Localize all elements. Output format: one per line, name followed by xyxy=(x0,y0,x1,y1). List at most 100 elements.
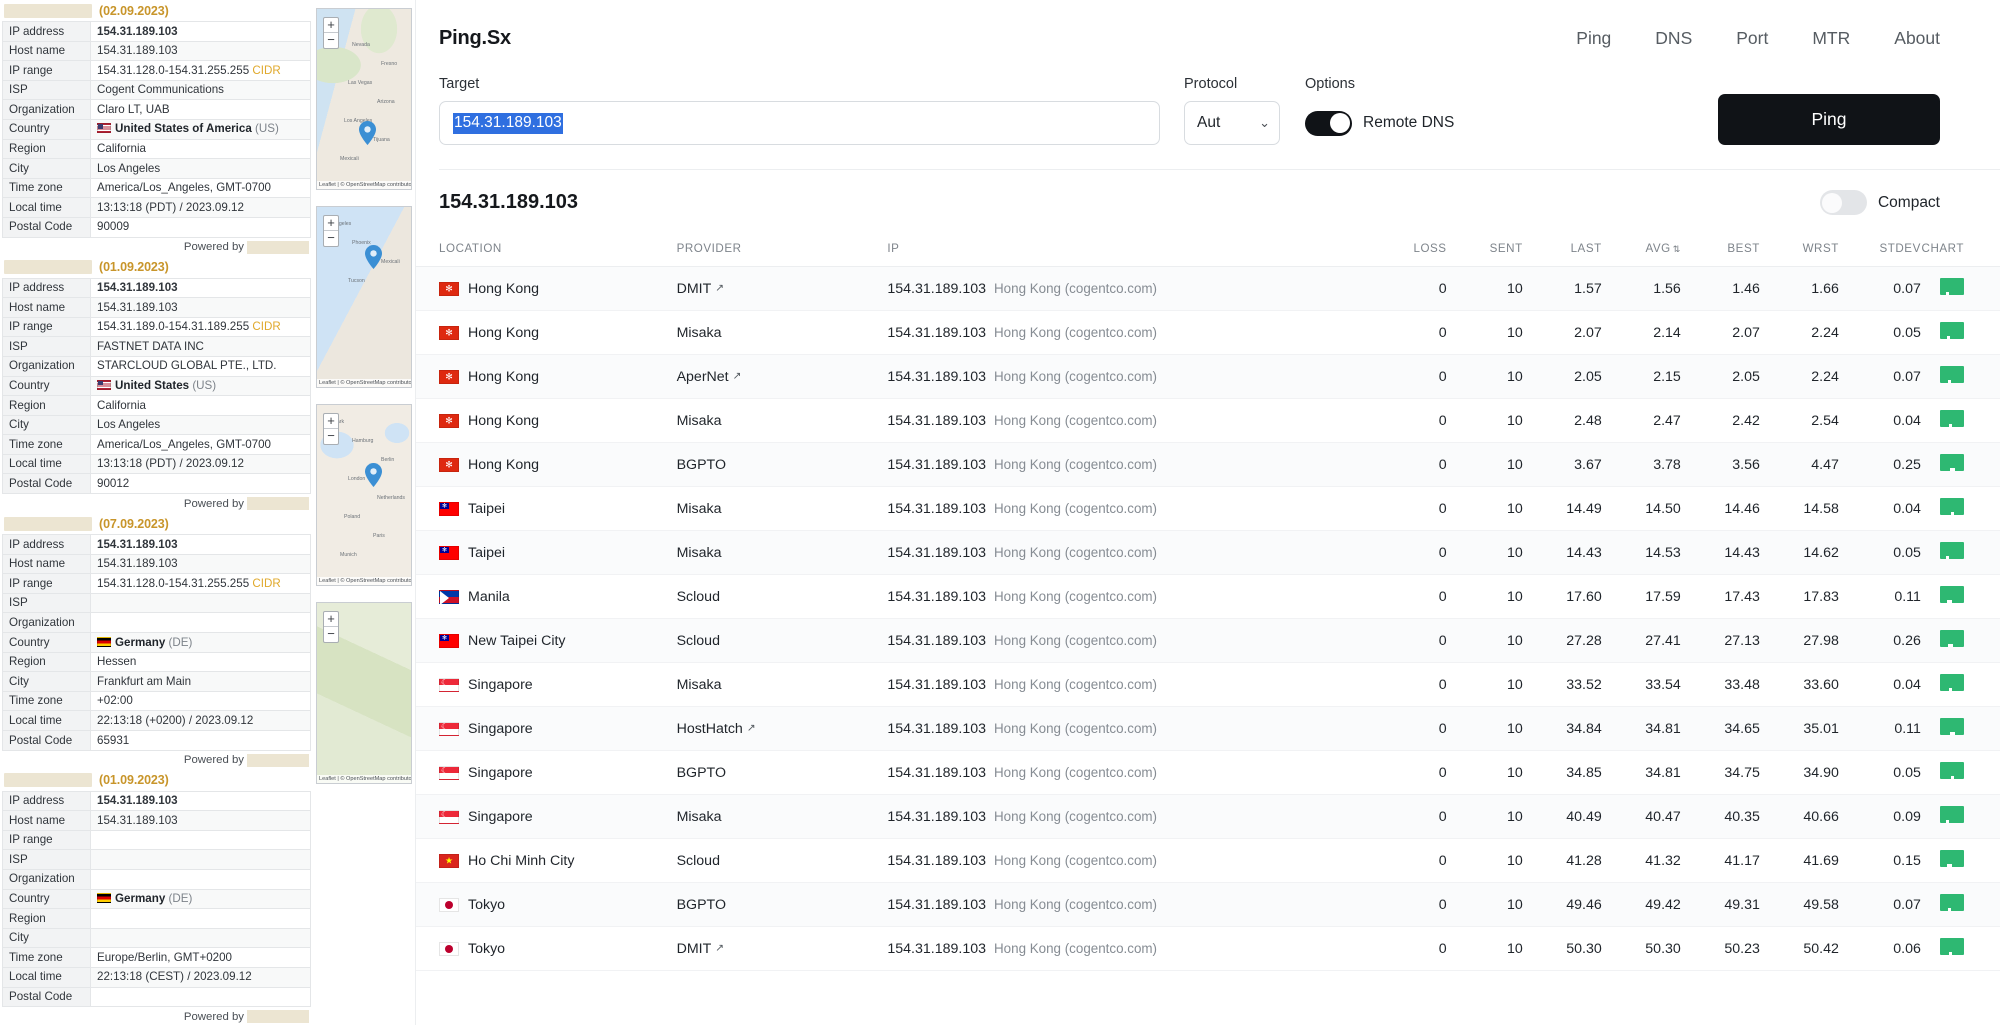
latency-sparkline[interactable] xyxy=(1940,718,1964,735)
table-row[interactable]: Tokyo DMIT ↗ 154.31.189.103 Hong Kong (cogen… xyxy=(416,926,2000,971)
column-header-avg[interactable]: AVG ⇅ xyxy=(1601,231,1681,267)
external-link-icon[interactable]: ↗ xyxy=(715,942,724,954)
cidr-link[interactable]: CIDR xyxy=(249,577,280,590)
latency-sparkline[interactable] xyxy=(1940,630,1964,647)
column-header-stdev[interactable]: STDEV xyxy=(1838,231,1921,267)
ip-hostname: Hong Kong (cogentco.com) xyxy=(994,368,1158,384)
column-header-last[interactable]: LAST xyxy=(1522,231,1602,267)
remote-dns-toggle[interactable] xyxy=(1305,110,1352,136)
table-row[interactable]: New Taipei City Scloud 154.31.189.103 Hong … xyxy=(416,618,2000,663)
location-map[interactable]: +−Los AngelesPhoenixMexicaliTucsonLeafle… xyxy=(316,206,412,388)
ip-detail-row: City Los Angeles xyxy=(2,158,311,179)
table-row[interactable]: Singapore BGPTO 154.31.189.103 Hong Kong (c… xyxy=(416,750,2000,795)
table-row[interactable]: Hong Kong Misaka 154.31.189.103 Hong Kong (… xyxy=(416,310,2000,355)
target-input[interactable]: 154.31.189.103 xyxy=(439,101,1160,145)
compact-toggle[interactable] xyxy=(1819,190,1867,215)
zoom-out-button[interactable]: − xyxy=(324,33,338,48)
location-map[interactable]: + − Leaflet | © OpenStreetMap contributors xyxy=(316,602,412,784)
latency-sparkline[interactable] xyxy=(1940,806,1964,823)
external-link-icon[interactable]: ↗ xyxy=(733,370,742,382)
cidr-link[interactable]: CIDR xyxy=(249,64,280,77)
ping-button[interactable]: Ping xyxy=(1718,94,1940,145)
cell-wrst: 2.24 xyxy=(1759,310,1839,355)
column-header-sent[interactable]: SENT xyxy=(1446,231,1523,267)
ip-detail-table: IP address 154.31.189.103 Host name 154.31.… xyxy=(2,21,311,238)
map-attribution[interactable]: Leaflet | © OpenStreetMap contributors xyxy=(317,774,411,783)
ip-detail-value: +02:00 xyxy=(90,690,311,712)
zoom-out-button[interactable]: − xyxy=(324,231,338,246)
cell-chart xyxy=(1920,530,2000,575)
latency-sparkline[interactable] xyxy=(1940,938,1964,955)
latency-sparkline[interactable] xyxy=(1940,454,1964,471)
location-map[interactable]: +−DenmarkHamburgBerlinLondonNetherlandsP… xyxy=(316,404,412,586)
zoom-in-button[interactable]: + xyxy=(324,612,338,627)
location-map[interactable]: +−UtahNevadaFresnoLas VegasArizonaLos An… xyxy=(316,8,412,190)
latency-sparkline[interactable] xyxy=(1940,586,1964,603)
latency-sparkline[interactable] xyxy=(1940,894,1964,911)
cell-sent: 10 xyxy=(1446,354,1523,399)
column-header-location[interactable]: LOCATION xyxy=(416,231,677,267)
column-header-best[interactable]: BEST xyxy=(1680,231,1760,267)
latency-sparkline[interactable] xyxy=(1940,278,1964,295)
latency-sparkline[interactable] xyxy=(1940,366,1964,383)
map-zoom-controls: + − xyxy=(323,611,339,643)
ip-detail-value: Claro LT, UAB xyxy=(90,99,311,120)
map-attribution[interactable]: Leaflet | © OpenStreetMap contributors xyxy=(317,576,411,585)
table-row[interactable]: Taipei Misaka 154.31.189.103 Hong Kong (cog… xyxy=(416,530,2000,575)
map-marker-pin[interactable] xyxy=(359,121,376,145)
column-header-loss[interactable]: LOSS xyxy=(1370,231,1447,267)
latency-sparkline[interactable] xyxy=(1940,762,1964,779)
cell-sent: 10 xyxy=(1446,882,1523,927)
zoom-out-button[interactable]: − xyxy=(324,429,338,444)
table-row[interactable]: Singapore Misaka 154.31.189.103 Hong Kong (… xyxy=(416,794,2000,839)
cidr-link[interactable]: CIDR xyxy=(249,320,280,333)
zoom-in-button[interactable]: + xyxy=(324,414,338,429)
ip-detail-row: Postal Code 90012 xyxy=(2,473,311,495)
nav-link-mtr[interactable]: MTR xyxy=(1812,28,1850,49)
table-row[interactable]: Singapore HostHatch ↗ 154.31.189.103 Hong Ko… xyxy=(416,706,2000,751)
zoom-out-button[interactable]: − xyxy=(324,627,338,642)
nav-link-dns[interactable]: DNS xyxy=(1655,28,1692,49)
table-row[interactable]: Hong Kong BGPTO 154.31.189.103 Hong Kong (c… xyxy=(416,442,2000,487)
latency-sparkline[interactable] xyxy=(1940,850,1964,867)
latency-sparkline[interactable] xyxy=(1940,542,1964,559)
nav-link-about[interactable]: About xyxy=(1894,28,1940,49)
cell-location: Hong Kong xyxy=(416,354,677,399)
cell-last: 34.85 xyxy=(1522,750,1602,795)
external-link-icon[interactable]: ↗ xyxy=(747,722,756,734)
column-header-provider[interactable]: PROVIDER xyxy=(676,231,888,267)
protocol-select[interactable]: Aut ⌄ xyxy=(1184,101,1280,145)
column-header-ip[interactable]: IP xyxy=(887,231,1371,267)
latency-sparkline[interactable] xyxy=(1940,674,1964,691)
nav-link-ping[interactable]: Ping xyxy=(1576,28,1611,49)
table-row[interactable]: Hong Kong Misaka 154.31.189.103 Hong Kong (… xyxy=(416,398,2000,443)
external-link-icon[interactable]: ↗ xyxy=(715,282,724,294)
table-row[interactable]: Taipei Misaka 154.31.189.103 Hong Kong (cog… xyxy=(416,486,2000,531)
map-marker-pin[interactable] xyxy=(365,463,382,487)
cell-last: 41.28 xyxy=(1522,838,1602,883)
ip-detail-row: Country United States of America (US) xyxy=(2,118,311,140)
map-marker-pin[interactable] xyxy=(365,245,382,269)
table-row[interactable]: Singapore Misaka 154.31.189.103 Hong Kong (… xyxy=(416,662,2000,707)
nav-link-port[interactable]: Port xyxy=(1736,28,1768,49)
latency-sparkline[interactable] xyxy=(1940,322,1964,339)
table-row[interactable]: Manila Scloud 154.31.189.103 Hong Kong (cog… xyxy=(416,574,2000,619)
table-row[interactable]: Hong Kong AperNet ↗ 154.31.189.103 Hong Kong… xyxy=(416,354,2000,399)
zoom-in-button[interactable]: + xyxy=(324,216,338,231)
latency-sparkline[interactable] xyxy=(1940,410,1964,427)
column-header-wrst[interactable]: WRST xyxy=(1759,231,1839,267)
ip-hostname: Hong Kong (cogentco.com) xyxy=(994,280,1158,296)
ip-value: 154.31.189.103 xyxy=(887,940,986,957)
protocol-value: Aut xyxy=(1197,114,1221,131)
map-attribution[interactable]: Leaflet | © OpenStreetMap contributors xyxy=(317,378,411,387)
ip-detail-value: 65931 xyxy=(90,730,311,751)
table-row[interactable]: Tokyo BGPTO 154.31.189.103 Hong Kong (cogen… xyxy=(416,882,2000,927)
ip-detail-value: 13:13:18 (PDT) / 2023.09.12 xyxy=(90,197,311,218)
location-name: Taipei xyxy=(468,500,506,517)
column-header-chart[interactable]: CHART xyxy=(1920,231,2000,267)
zoom-in-button[interactable]: + xyxy=(324,18,338,33)
table-row[interactable]: Hong KongDMIT↗154.31.189.103Hong Kong (c… xyxy=(416,266,2000,311)
latency-sparkline[interactable] xyxy=(1940,498,1964,515)
table-row[interactable]: Ho Chi Minh City Scloud 154.31.189.103 Hong… xyxy=(416,838,2000,883)
map-attribution[interactable]: Leaflet | © OpenStreetMap contributors xyxy=(317,180,411,189)
